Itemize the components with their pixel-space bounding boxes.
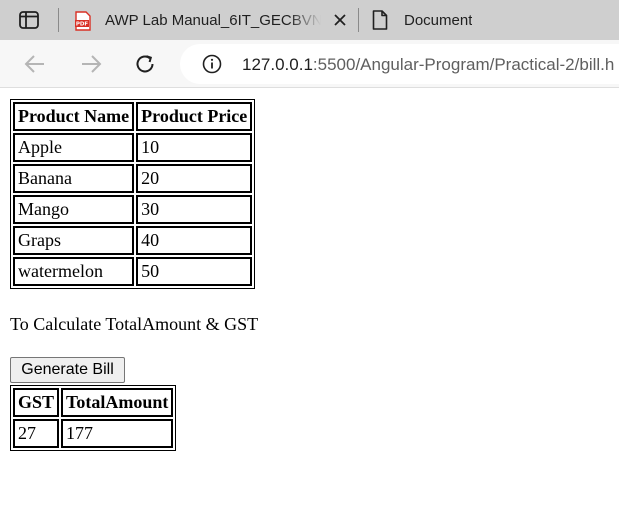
tab-title: AWP Lab Manual_6IT_GECBVN_B [105,11,321,29]
page-content: Product Name Product Price Apple 10 Bana… [0,89,619,506]
tab-separator [58,8,59,32]
table-row: watermelon 50 [13,257,253,286]
product-name-cell: Graps [13,226,135,255]
product-name-cell: Apple [13,133,135,162]
pdf-icon: PDF [74,11,92,35]
address-bar[interactable]: 127.0.0.1:5500/Angular-Program/Practical… [180,44,619,84]
table-header-row: Product Name Product Price [13,102,253,131]
gst-value-cell: 27 [13,419,60,448]
table-row: Mango 30 [13,195,253,224]
generate-bill-button[interactable]: Generate Bill [10,357,125,383]
tab-separator [358,8,359,32]
document-icon [372,10,388,34]
product-price-cell: 10 [136,133,253,162]
table-row: Graps 40 [13,226,253,255]
product-price-cell: 30 [136,195,253,224]
table-row: Banana 20 [13,164,253,193]
total-amount-cell: 177 [61,419,174,448]
table-row: 27 177 [13,419,174,448]
table-row: Apple 10 [13,133,253,162]
column-header: Product Name [13,102,135,131]
product-price-cell: 50 [136,257,253,286]
tab-pdf[interactable]: PDF AWP Lab Manual_6IT_GECBVN_B [62,0,358,40]
tab-document[interactable]: Document [362,0,619,40]
tab-title: Document [404,11,473,29]
product-name-cell: Mango [13,195,135,224]
product-name-cell: watermelon [13,257,135,286]
table-header-row: GST TotalAmount [13,388,174,417]
products-table: Product Name Product Price Apple 10 Bana… [10,99,256,289]
bill-table: GST TotalAmount 27 177 [10,385,177,451]
browser-toolbar: 127.0.0.1:5500/Angular-Program/Practical… [0,40,619,88]
product-price-cell: 40 [136,226,253,255]
tab-actions-icon[interactable] [16,9,42,31]
close-icon[interactable] [332,12,348,28]
url-host: 127.0.0.1 [242,55,313,74]
column-header: Product Price [136,102,253,131]
column-header: TotalAmount [61,388,174,417]
column-header: GST [13,388,60,417]
product-name-cell: Banana [13,164,135,193]
info-icon[interactable] [202,54,222,74]
forward-arrow-icon[interactable] [79,52,103,76]
reload-icon[interactable] [133,52,157,76]
svg-text:PDF: PDF [76,22,89,28]
url-path: :5500/Angular-Program/Practical-2/bill.h [312,55,615,74]
url-text[interactable]: 127.0.0.1:5500/Angular-Program/Practical… [242,55,614,75]
back-arrow-icon[interactable] [23,52,47,76]
product-price-cell: 20 [136,164,253,193]
tab-strip: PDF AWP Lab Manual_6IT_GECBVN_B Document [0,0,619,40]
calc-instructions: To Calculate TotalAmount & GST [10,314,259,334]
